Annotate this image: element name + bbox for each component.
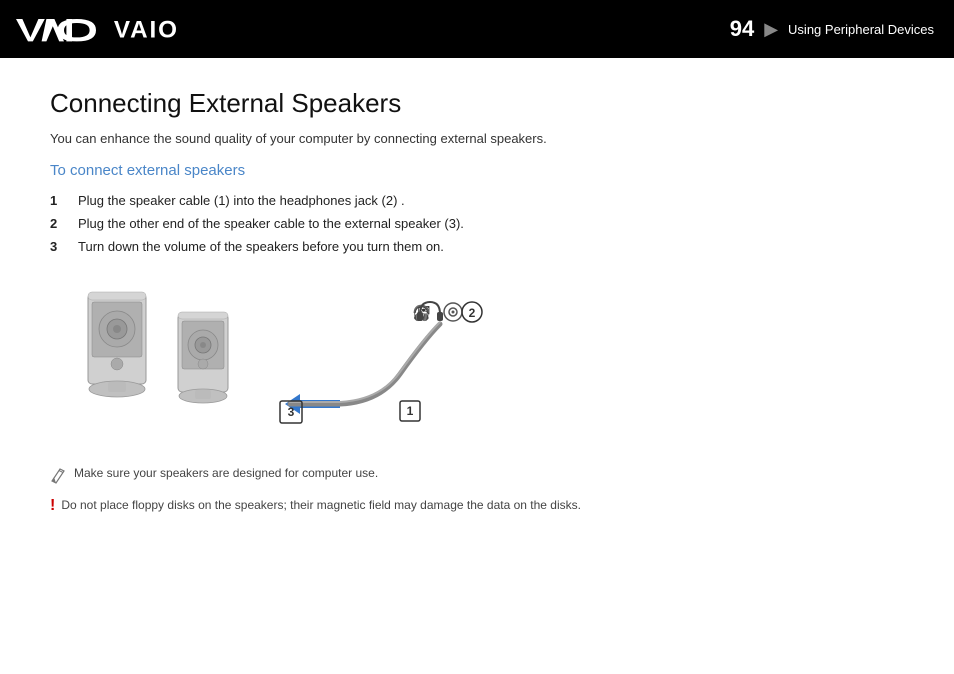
svg-text:VAIO: VAIO <box>114 16 179 43</box>
header-arrow-icon: ▶ <box>764 19 778 40</box>
page-header: VAIO 94 ▶ Using Peripheral Devices <box>0 0 954 58</box>
vaio-logo: VAIO <box>16 15 215 43</box>
step-1-number: 1 <box>50 193 64 208</box>
step-2-text: Plug the other end of the speaker cable … <box>78 216 464 231</box>
page-content: Connecting External Speakers You can enh… <box>0 58 954 546</box>
warning-icon: ! <box>50 498 55 514</box>
steps-list: 1 Plug the speaker cable (1) into the he… <box>50 193 904 254</box>
diagram-area: ✉ 🎧 2 1 3 <box>70 274 490 444</box>
connection-diagram: ✉ 🎧 2 1 3 <box>70 274 490 444</box>
svg-text:3: 3 <box>288 405 295 419</box>
speaker-right <box>178 312 228 403</box>
step-1-text: Plug the speaker cable (1) into the head… <box>78 193 405 208</box>
page-number: 94 <box>730 16 754 42</box>
intro-text: You can enhance the sound quality of you… <box>50 131 904 146</box>
svg-text:2: 2 <box>469 306 476 320</box>
step-2: 2 Plug the other end of the speaker cabl… <box>50 216 904 231</box>
step-3: 3 Turn down the volume of the speakers b… <box>50 239 904 254</box>
section-subtitle: To connect external speakers <box>50 162 904 179</box>
note-pencil: Make sure your speakers are designed for… <box>50 466 904 490</box>
svg-text:1: 1 <box>407 404 414 418</box>
pencil-icon <box>50 467 68 490</box>
header-right: 94 ▶ Using Peripheral Devices <box>730 16 934 42</box>
step-3-text: Turn down the volume of the speakers bef… <box>78 239 444 254</box>
header-section-title: Using Peripheral Devices <box>788 22 934 37</box>
note-area: Make sure your speakers are designed for… <box>50 466 904 514</box>
page-title: Connecting External Speakers <box>50 88 904 119</box>
step-3-number: 3 <box>50 239 64 254</box>
speaker-left <box>88 292 146 397</box>
warning-text: Do not place floppy disks on the speaker… <box>61 498 581 512</box>
step-1: 1 Plug the speaker cable (1) into the he… <box>50 193 904 208</box>
note-text: Make sure your speakers are designed for… <box>74 466 378 480</box>
step-2-number: 2 <box>50 216 64 231</box>
warning-area: ! Do not place floppy disks on the speak… <box>50 498 904 514</box>
